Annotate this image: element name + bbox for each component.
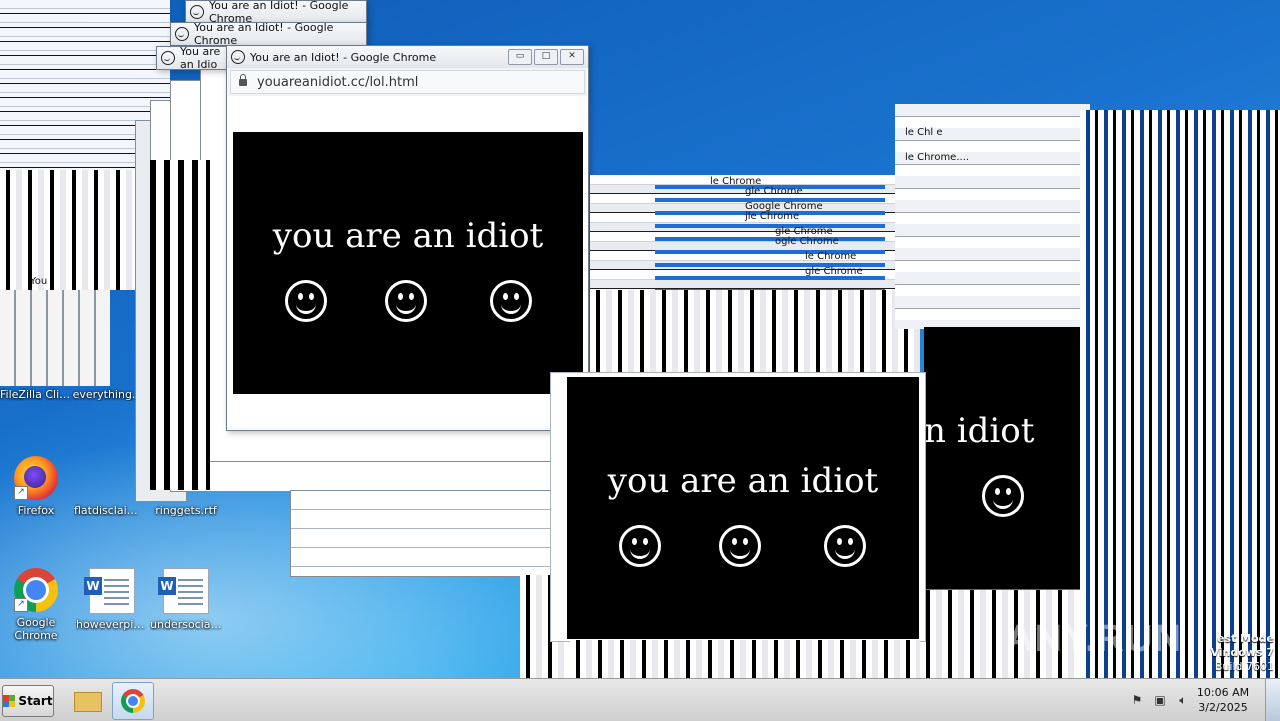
- smiley-icon: [490, 280, 532, 322]
- firefox-icon: ↗: [14, 456, 58, 500]
- stacked-window: [290, 490, 552, 577]
- glitch-text: le Chrome: [805, 251, 857, 262]
- taskbar: Start ⚑ ▣ 🔈︎ 10:06 AM 3/2/2025: [0, 678, 1280, 721]
- glitch-artifact-vertical: [590, 290, 920, 380]
- desktop-icon-label: Firefox: [17, 504, 55, 517]
- desktop-icon-chrome[interactable]: ↗ Google Chrome: [0, 568, 72, 642]
- glitch-artifact-bottom: [570, 640, 920, 678]
- smiley-icon: [190, 5, 204, 19]
- smiley-icon: [231, 50, 245, 64]
- desktop-icon-everything[interactable]: everything.: [68, 388, 140, 401]
- glitch-text: ogle Chrome: [775, 236, 839, 247]
- shortcut-arrow-icon: ↗: [14, 598, 28, 612]
- flag-icon[interactable]: ⚑: [1130, 693, 1144, 707]
- test-mode-line: est Mode: [1217, 632, 1274, 645]
- clock[interactable]: 10:06 AM 3/2/2025: [1196, 685, 1250, 715]
- glitch-text: le Chrome....: [905, 152, 970, 163]
- address-bar[interactable]: youareanidiot.cc/lol.html: [230, 70, 585, 94]
- stacked-window-titlebar[interactable]: You are an Idiot! - Google Chrome: [170, 21, 367, 47]
- start-button[interactable]: Start: [2, 685, 54, 717]
- prank-headline: you are an idiot: [272, 216, 544, 256]
- minimize-button[interactable]: ▭: [508, 49, 532, 65]
- center-prank-window[interactable]: you are an idiot: [550, 372, 926, 642]
- window-title: You are an Idiot! - Google Chrome: [194, 21, 334, 47]
- watermark: ANY.RUN: [1006, 618, 1182, 660]
- close-button[interactable]: ✕: [560, 49, 584, 65]
- lock-icon: [239, 73, 247, 86]
- page-content: you are an idiot: [228, 96, 587, 428]
- glitch-text: gle Chrome: [745, 186, 803, 197]
- clock-date: 3/2/2025: [1198, 701, 1248, 714]
- smiley-icon: [619, 525, 661, 567]
- desktop-icon-label: Google Chrome: [14, 616, 58, 642]
- test-mode-notice: est Mode Vindows 7 Build 7601: [1210, 632, 1274, 674]
- desktop: FileZilla Client everything. ↗ Firefox f…: [0, 0, 1280, 678]
- shortcut-arrow-icon: ↗: [14, 486, 28, 500]
- desktop-icon-undersocial[interactable]: undersocial.rtf: [150, 568, 222, 631]
- clock-time: 10:06 AM: [1196, 686, 1250, 699]
- windows-logo-icon: [3, 695, 16, 707]
- network-icon[interactable]: ▣: [1153, 693, 1167, 707]
- desktop-icon-label: everything.: [72, 388, 136, 401]
- desktop-icon-label: howeverpin...: [76, 618, 148, 631]
- glitch-text: jle Chrome: [745, 211, 800, 222]
- test-mode-line: Build 7601: [1214, 660, 1274, 673]
- word-doc-icon: [84, 568, 135, 614]
- test-mode-line: Vindows 7: [1210, 646, 1274, 659]
- url-text: youareanidiot.cc/lol.html: [257, 74, 419, 90]
- glitch-text: gle Chrome: [805, 266, 863, 277]
- smiley-icon: [385, 280, 427, 322]
- smiley-icon: [982, 475, 1024, 517]
- prank-panel: you are an idiot: [233, 132, 583, 394]
- prank-panel-right: n idiot: [924, 327, 1080, 589]
- glitch-text: le Chl e: [905, 127, 943, 138]
- file-icon: [88, 456, 132, 500]
- desktop-icon-howeverpin[interactable]: howeverpin...: [76, 568, 148, 631]
- prank-panel: you are an idiot: [567, 377, 919, 639]
- desktop-icon-label: flatdisclaim...: [74, 504, 146, 517]
- taskbar-chrome-button[interactable]: [112, 682, 154, 720]
- glitch-artifact-mini-windows: [0, 290, 110, 386]
- smiley-icon: [175, 27, 189, 41]
- taskbar-explorer-button[interactable]: [66, 682, 106, 718]
- window-titlebar[interactable]: You are an Idiot! - Google Chrome ▭ □ ✕: [227, 46, 588, 68]
- desktop-icon-firefox[interactable]: ↗ Firefox: [0, 456, 72, 517]
- desktop-icon-label: ringgets.rtf: [155, 504, 217, 517]
- maximize-button[interactable]: □: [534, 49, 558, 65]
- desktop-icon-label: undersocial.rtf: [150, 618, 222, 631]
- glitch-artifact-right: [1080, 110, 1280, 678]
- glitch-artifact-left: [0, 170, 140, 290]
- window-title: You are an Idiot! - Google Chrome: [250, 50, 437, 64]
- smiley-icon: [285, 280, 327, 322]
- glitch-black-bars: [150, 160, 210, 490]
- smiley-icon: [719, 525, 761, 567]
- desktop-icon-filezilla[interactable]: FileZilla Client: [0, 388, 72, 401]
- show-desktop-button[interactable]: [1265, 679, 1280, 721]
- smiley-icon: [161, 51, 175, 65]
- chrome-icon: ↗: [14, 568, 58, 612]
- prank-headline: you are an idiot: [607, 461, 879, 501]
- volume-icon[interactable]: 🔈︎: [1176, 693, 1190, 707]
- main-chrome-window[interactable]: You are an Idiot! - Google Chrome ▭ □ ✕ …: [226, 45, 589, 431]
- start-label: Start: [18, 694, 53, 708]
- smiley-icon: [824, 525, 866, 567]
- prank-headline: n idiot: [924, 411, 1035, 451]
- word-doc-icon: [158, 568, 209, 614]
- desktop-icon-label: FileZilla Client: [0, 388, 72, 401]
- stacked-window-title: You: [30, 276, 48, 287]
